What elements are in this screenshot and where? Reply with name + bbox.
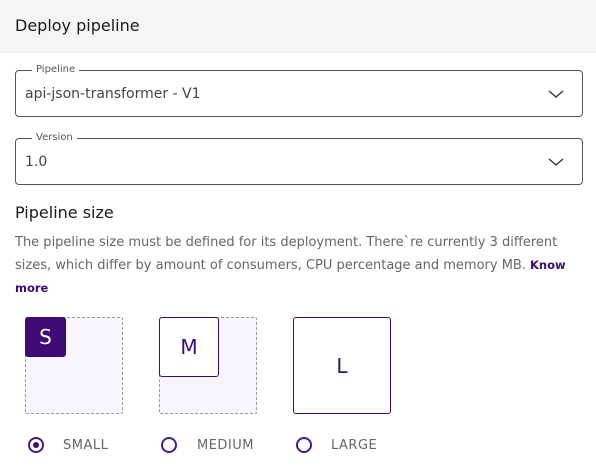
radio-large-label: LARGE <box>331 438 378 453</box>
version-select[interactable]: Version 1.0 <box>15 132 583 185</box>
chevron-down-icon <box>548 158 564 166</box>
radio-large[interactable] <box>296 437 312 453</box>
dialog-header: Deploy pipeline <box>0 0 596 53</box>
radio-small[interactable] <box>28 437 44 453</box>
version-label: Version <box>32 132 77 143</box>
pipeline-value: api-json-transformer - V1 <box>25 86 201 102</box>
size-small-glyph: S <box>25 317 66 357</box>
radio-medium[interactable] <box>161 437 177 453</box>
size-large-glyph: L <box>293 317 391 414</box>
size-card-medium[interactable]: M <box>159 317 257 414</box>
size-card-small[interactable]: S <box>25 317 123 414</box>
size-medium-glyph: M <box>159 317 219 377</box>
pipeline-size-title: Pipeline size <box>15 203 114 222</box>
pipeline-size-description: The pipeline size must be defined for it… <box>15 232 580 300</box>
radio-small-label: SMALL <box>63 438 109 453</box>
pipeline-select[interactable]: Pipeline api-json-transformer - V1 <box>15 64 583 117</box>
size-card-large[interactable]: L <box>293 317 391 414</box>
dialog-title: Deploy pipeline <box>15 16 140 35</box>
pipeline-label: Pipeline <box>32 64 80 75</box>
description-text: The pipeline size must be defined for it… <box>15 235 558 273</box>
chevron-down-icon <box>548 90 564 98</box>
radio-medium-label: MEDIUM <box>197 438 255 453</box>
version-value: 1.0 <box>25 154 48 170</box>
